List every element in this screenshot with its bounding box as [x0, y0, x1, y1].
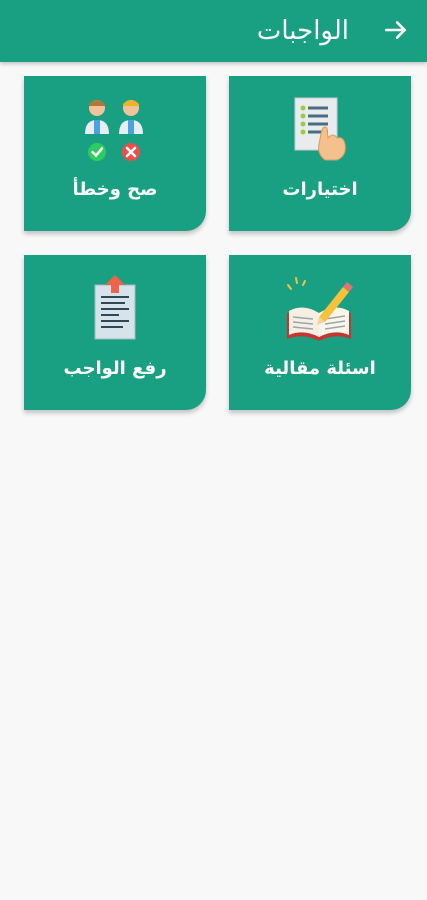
checklist-hand-icon — [294, 97, 346, 161]
card-upload-label: رفع الواجب — [63, 358, 167, 379]
card-choices[interactable]: اختيارات — [229, 76, 411, 231]
app-bar: الواجبات — [0, 0, 427, 62]
card-choices-label: اختيارات — [282, 179, 358, 200]
card-essay-label: اسئلة مقالية — [264, 358, 376, 379]
card-essay-questions[interactable]: اسئلة مقالية — [229, 255, 411, 410]
upload-document-icon — [94, 275, 136, 340]
card-upload-homework[interactable]: رفع الواجب — [24, 255, 206, 410]
arrow-right-icon[interactable] — [383, 17, 409, 43]
book-pencil-icon — [287, 277, 353, 341]
card-true-false[interactable]: صح وخطأ — [24, 76, 206, 231]
page-title: الواجبات — [256, 16, 349, 46]
true-false-people-icon — [85, 100, 143, 161]
card-true-false-label: صح وخطأ — [72, 179, 158, 200]
